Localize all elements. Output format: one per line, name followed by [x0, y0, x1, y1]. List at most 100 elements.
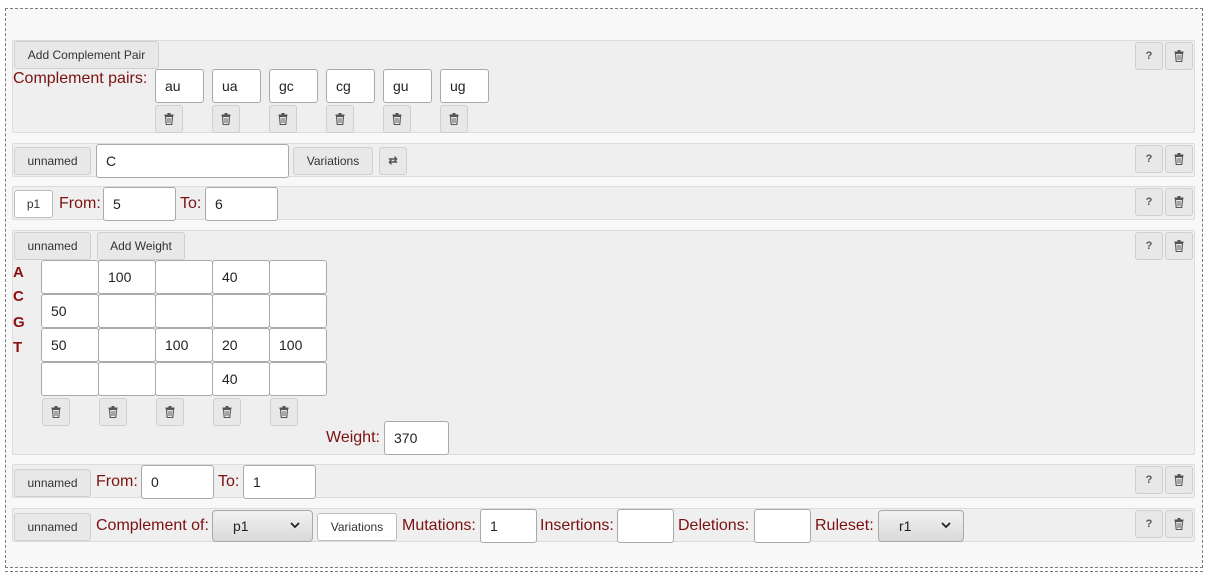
trash-icon [1174, 240, 1184, 252]
weight-cell[interactable] [98, 328, 156, 362]
help-button[interactable]: ? [1135, 232, 1163, 260]
weight-cell[interactable]: 40 [212, 260, 270, 294]
complement-pairs-panel: Add Complement Pair Complement pairs: au… [12, 40, 1195, 133]
trash-icon [51, 406, 61, 418]
weight-cell[interactable]: 100 [155, 328, 213, 362]
weight-cell[interactable] [98, 294, 156, 328]
weight-cell[interactable] [212, 294, 270, 328]
weight-cell[interactable] [269, 362, 327, 396]
ruleset-select[interactable]: r1 [878, 510, 964, 542]
variations-button[interactable]: Variations [293, 147, 373, 175]
trash-icon [278, 113, 288, 125]
complement-pair-input[interactable]: cg [326, 69, 375, 103]
complement-pair-input[interactable]: ug [440, 69, 489, 103]
trash-icon [335, 113, 345, 125]
trash-icon [1174, 153, 1184, 165]
add-weight-button[interactable]: Add Weight [97, 232, 185, 260]
delete-panel-button[interactable] [1165, 42, 1193, 70]
delete-pair-button[interactable] [383, 105, 411, 133]
weight-cell[interactable]: 100 [98, 260, 156, 294]
weight-cell[interactable] [269, 294, 327, 328]
trash-icon [222, 406, 232, 418]
variations-button[interactable]: Variations [317, 513, 397, 541]
help-button[interactable]: ? [1135, 510, 1163, 538]
name-button[interactable]: unnamed [14, 513, 91, 541]
complement-pair-input[interactable]: ua [212, 69, 261, 103]
weight-label: Weight: [326, 429, 380, 446]
from-label: From: [59, 195, 101, 212]
delete-column-button[interactable] [156, 398, 184, 426]
delete-panel-button[interactable] [1165, 466, 1193, 494]
name-button[interactable]: unnamed [14, 469, 91, 497]
delete-panel-button[interactable] [1165, 145, 1193, 173]
complement-of-select[interactable]: p1 [212, 510, 313, 542]
complement-pair-input[interactable]: au [155, 69, 204, 103]
trash-icon [165, 406, 175, 418]
weight-cell[interactable] [98, 362, 156, 396]
insertions-label: Insertions: [540, 517, 614, 534]
deletions-input[interactable] [754, 509, 811, 543]
weight-matrix-panel: unnamed Add Weight A C G T 100 40 50 50 … [12, 230, 1195, 455]
base-label-t: T [13, 339, 23, 356]
from-label: From: [96, 473, 138, 490]
swap-icon[interactable]: ⇄ [379, 147, 407, 175]
delete-pair-button[interactable] [326, 105, 354, 133]
to-label: To: [180, 195, 202, 212]
weight-input[interactable]: 370 [384, 421, 449, 455]
weight-cell[interactable]: 20 [212, 328, 270, 362]
delete-column-button[interactable] [99, 398, 127, 426]
complement-pair-input[interactable]: gu [383, 69, 432, 103]
help-button[interactable]: ? [1135, 466, 1163, 494]
delete-pair-button[interactable] [212, 105, 240, 133]
delete-pair-button[interactable] [440, 105, 468, 133]
weight-cell[interactable]: 50 [41, 294, 99, 328]
mutations-input[interactable]: 1 [480, 509, 537, 543]
weight-cell[interactable] [41, 362, 99, 396]
name-button[interactable]: unnamed [14, 147, 91, 175]
weight-cell[interactable]: 50 [41, 328, 99, 362]
range-panel: unnamed From: 0 To: 1 ? [12, 464, 1195, 499]
delete-panel-button[interactable] [1165, 510, 1193, 538]
mutations-label: Mutations: [402, 517, 476, 534]
trash-icon [1174, 518, 1184, 530]
to-input[interactable]: 6 [205, 187, 278, 221]
position-name-field[interactable]: p1 [14, 190, 53, 218]
weight-cell[interactable] [155, 362, 213, 396]
chevron-down-icon [290, 511, 300, 552]
delete-column-button[interactable] [213, 398, 241, 426]
insertions-input[interactable] [617, 509, 674, 543]
weight-cell[interactable] [155, 260, 213, 294]
ruleset-value: r1 [899, 518, 912, 534]
sequence-input[interactable]: C [96, 144, 289, 178]
weight-cell[interactable] [155, 294, 213, 328]
trash-icon [164, 113, 174, 125]
delete-panel-button[interactable] [1165, 232, 1193, 260]
add-complement-pair-button[interactable]: Add Complement Pair [14, 41, 159, 69]
complement-of-label: Complement of: [96, 517, 209, 534]
to-input[interactable]: 1 [243, 465, 316, 499]
trash-icon [449, 113, 459, 125]
delete-column-button[interactable] [42, 398, 70, 426]
complement-pair-input[interactable]: gc [269, 69, 318, 103]
help-button[interactable]: ? [1135, 188, 1163, 216]
weight-cell[interactable]: 40 [212, 362, 270, 396]
deletions-label: Deletions: [678, 517, 750, 534]
trash-icon [108, 406, 118, 418]
weight-cell[interactable]: 100 [269, 328, 327, 362]
name-button[interactable]: unnamed [14, 232, 91, 260]
chevron-down-icon [941, 511, 951, 552]
delete-pair-button[interactable] [155, 105, 183, 133]
base-label-a: A [13, 264, 24, 281]
help-button[interactable]: ? [1135, 145, 1163, 173]
delete-pair-button[interactable] [269, 105, 297, 133]
from-input[interactable]: 5 [103, 187, 176, 221]
weight-cell[interactable] [41, 260, 99, 294]
delete-column-button[interactable] [270, 398, 298, 426]
from-input[interactable]: 0 [141, 465, 214, 499]
delete-panel-button[interactable] [1165, 188, 1193, 216]
complement-of-value: p1 [233, 518, 249, 534]
weight-cell[interactable] [269, 260, 327, 294]
complement-of-panel: unnamed Complement of: p1 Variations Mut… [12, 508, 1195, 543]
help-button[interactable]: ? [1135, 42, 1163, 70]
to-label: To: [218, 473, 240, 490]
